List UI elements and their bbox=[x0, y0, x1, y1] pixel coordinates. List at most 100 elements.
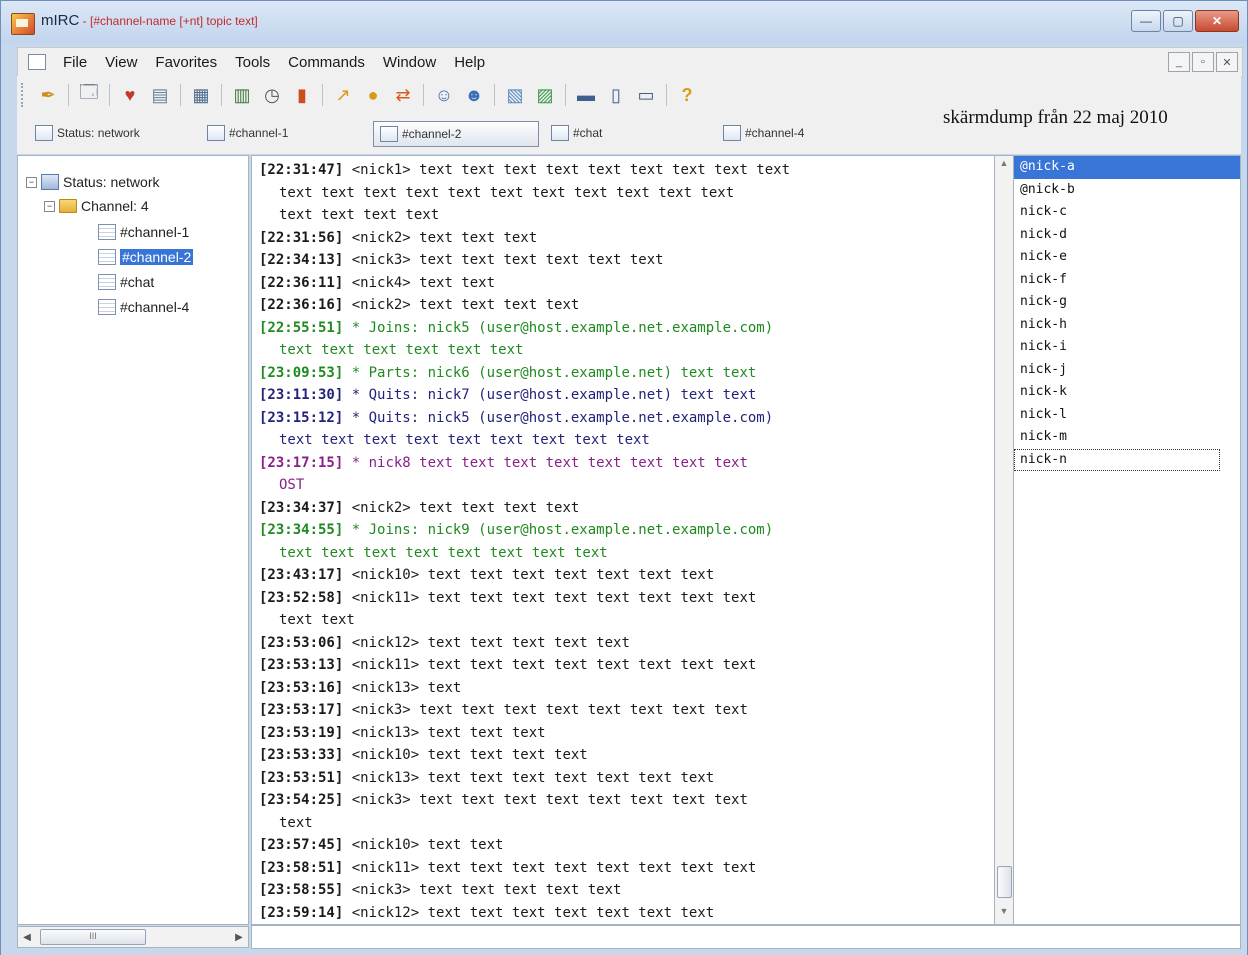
nick-list-item[interactable]: nick-h bbox=[1014, 314, 1240, 337]
message-text: text text text text text text text text … bbox=[279, 184, 735, 201]
nick-list-item[interactable]: nick-i bbox=[1014, 336, 1240, 359]
scroll-down-icon[interactable]: ▼ bbox=[995, 906, 1013, 922]
switchbar-label: #chat bbox=[573, 126, 603, 140]
child-minimize-button[interactable]: _ bbox=[1168, 52, 1190, 72]
tree-channel-folder[interactable]: − Channel: 4 bbox=[44, 198, 149, 214]
nick-list-item[interactable]: nick-d bbox=[1014, 224, 1240, 247]
chat-line: text text text text bbox=[252, 204, 994, 227]
options-icon[interactable]: 🗔 bbox=[77, 82, 101, 107]
message-input[interactable] bbox=[251, 925, 1241, 949]
tree-horizontal-scrollbar[interactable]: ◀ III ▶ bbox=[17, 926, 249, 948]
scrollbar-thumb[interactable]: III bbox=[40, 929, 146, 945]
switchbar-channel-4[interactable]: #channel-4 bbox=[717, 121, 810, 145]
tree-channel-item-selected[interactable]: #channel-2 bbox=[98, 249, 194, 265]
scroll-up-icon[interactable]: ▲ bbox=[995, 158, 1013, 174]
child-restore-button[interactable]: ▫ bbox=[1192, 52, 1214, 72]
minimize-button[interactable]: — bbox=[1131, 10, 1161, 32]
message-text: <nick10> text text bbox=[343, 837, 504, 853]
channel-window-icon bbox=[207, 125, 225, 141]
timestamp: [23:09:53] bbox=[259, 364, 344, 381]
colors-icon[interactable]: ▮ bbox=[290, 83, 314, 107]
nick-list-item[interactable]: nick-g bbox=[1014, 291, 1240, 314]
switchbar-channel-1[interactable]: #channel-1 bbox=[201, 121, 294, 145]
tree-channel-item[interactable]: #chat bbox=[98, 274, 154, 290]
nick-list-item[interactable]: nick-m bbox=[1014, 426, 1240, 449]
toolbar-grip[interactable] bbox=[21, 83, 27, 107]
menu-tools[interactable]: Tools bbox=[226, 54, 279, 71]
message-text: text text text text text text bbox=[279, 342, 524, 358]
notify-list-icon[interactable]: ☺ bbox=[432, 83, 456, 107]
nick-list-item[interactable]: @nick-b bbox=[1014, 179, 1240, 202]
message-text: <nick13> text bbox=[343, 679, 462, 696]
scroll-right-icon[interactable]: ▶ bbox=[230, 932, 248, 943]
child-window-icon[interactable] bbox=[28, 54, 46, 70]
nick-list-item[interactable]: nick-e bbox=[1014, 246, 1240, 269]
nick-list-item[interactable]: nick-c bbox=[1014, 201, 1240, 224]
dcc-icon[interactable]: ⇄ bbox=[391, 83, 415, 107]
collapse-icon[interactable]: − bbox=[26, 176, 37, 188]
close-button[interactable]: ✕ bbox=[1195, 10, 1239, 32]
scripts-editor-icon[interactable]: ▦ bbox=[189, 83, 213, 107]
menu-window[interactable]: Window bbox=[374, 54, 445, 71]
timer-icon[interactable]: ◷ bbox=[260, 83, 284, 107]
timestamp: [23:54:25] bbox=[259, 792, 344, 808]
nick-list-item[interactable]: @nick-a bbox=[1014, 156, 1240, 179]
message-text: <nick3> text text text text text text te… bbox=[343, 792, 748, 808]
nick-list-item[interactable]: nick-f bbox=[1014, 269, 1240, 292]
log-icon[interactable]: ▧ bbox=[503, 83, 527, 107]
help-icon[interactable]: ? bbox=[675, 83, 699, 107]
menu-help[interactable]: Help bbox=[445, 54, 494, 71]
nick-list-item[interactable]: nick-l bbox=[1014, 404, 1240, 427]
mirc-app-icon[interactable] bbox=[11, 13, 35, 35]
switchbar-chat[interactable]: #chat bbox=[545, 121, 608, 145]
message-text: <nick12> text text text text text bbox=[343, 634, 630, 651]
menu-favorites[interactable]: Favorites bbox=[146, 54, 226, 71]
timestamp: [23:53:16] bbox=[259, 679, 344, 696]
app-name: mIRC bbox=[41, 12, 80, 29]
chat-line: text text text text text text text text bbox=[252, 542, 994, 565]
tree-server[interactable]: − Status: network bbox=[26, 174, 160, 190]
title-bar[interactable]: mIRC - [#channel-name [+nt] topic text] … bbox=[1, 1, 1247, 43]
message-text: <nick10> text text text text bbox=[343, 747, 588, 763]
tile-vertical-icon[interactable]: ▯ bbox=[604, 83, 628, 107]
channel-icon bbox=[98, 249, 116, 265]
maximize-button[interactable]: ▢ bbox=[1163, 10, 1193, 32]
url-list-icon[interactable]: ☻ bbox=[462, 83, 486, 107]
chat-vertical-scrollbar[interactable]: ▲ ▼ bbox=[995, 155, 1013, 925]
chat-line: [23:58:55] <nick3> text text text text t… bbox=[252, 879, 994, 902]
tree-label: #channel-2 bbox=[120, 249, 194, 265]
chat-icon[interactable]: ● bbox=[361, 83, 385, 107]
nick-list-item[interactable]: nick-n bbox=[1014, 448, 1220, 471]
switchbar-label: Status: network bbox=[57, 126, 140, 140]
nick-list-item[interactable]: nick-j bbox=[1014, 359, 1240, 382]
timestamp: [23:11:30] bbox=[259, 387, 344, 403]
tree-channel-item[interactable]: #channel-4 bbox=[98, 299, 189, 315]
child-close-button[interactable]: ✕ bbox=[1216, 52, 1238, 72]
message-text: * Quits: nick5 (user@host.example.net.ex… bbox=[343, 409, 774, 426]
channel-list-icon[interactable]: ▥ bbox=[230, 83, 254, 107]
connect-icon[interactable]: ✒ bbox=[36, 83, 60, 107]
switchbar-status[interactable]: Status: network bbox=[29, 121, 146, 145]
tree-channel-item[interactable]: #channel-1 bbox=[98, 224, 189, 240]
message-text: <nick3> text text text text text text te… bbox=[343, 702, 748, 718]
send-file-icon[interactable]: ↗ bbox=[331, 83, 355, 107]
nick-list-item[interactable]: nick-k bbox=[1014, 381, 1240, 404]
favorites-icon[interactable]: ♥ bbox=[118, 83, 142, 107]
tile-horizontal-icon[interactable]: ▬ bbox=[574, 83, 598, 107]
message-text: * Joins: nick9 (user@host.example.net.ex… bbox=[343, 522, 774, 538]
menu-file[interactable]: File bbox=[54, 54, 96, 71]
channel-window-icon bbox=[380, 126, 398, 142]
switchbar-channel-2[interactable]: #channel-2 bbox=[373, 121, 539, 147]
scrollbar-thumb[interactable] bbox=[997, 866, 1012, 898]
menu-commands[interactable]: Commands bbox=[279, 54, 374, 71]
collapse-icon[interactable]: − bbox=[44, 200, 55, 212]
received-icon[interactable]: ▨ bbox=[533, 83, 557, 107]
scroll-left-icon[interactable]: ◀ bbox=[18, 932, 36, 943]
addressbook-icon[interactable]: ▤ bbox=[148, 83, 172, 107]
chat-line: [23:15:12] * Quits: nick5 (user@host.exa… bbox=[252, 407, 994, 430]
channel-window-icon bbox=[723, 125, 741, 141]
chat-line: [23:53:17] <nick3> text text text text t… bbox=[252, 699, 994, 722]
menu-view[interactable]: View bbox=[96, 54, 146, 71]
chat-line: [23:52:58] <nick11> text text text text … bbox=[252, 587, 994, 610]
cascade-icon[interactable]: ▭ bbox=[634, 83, 658, 107]
